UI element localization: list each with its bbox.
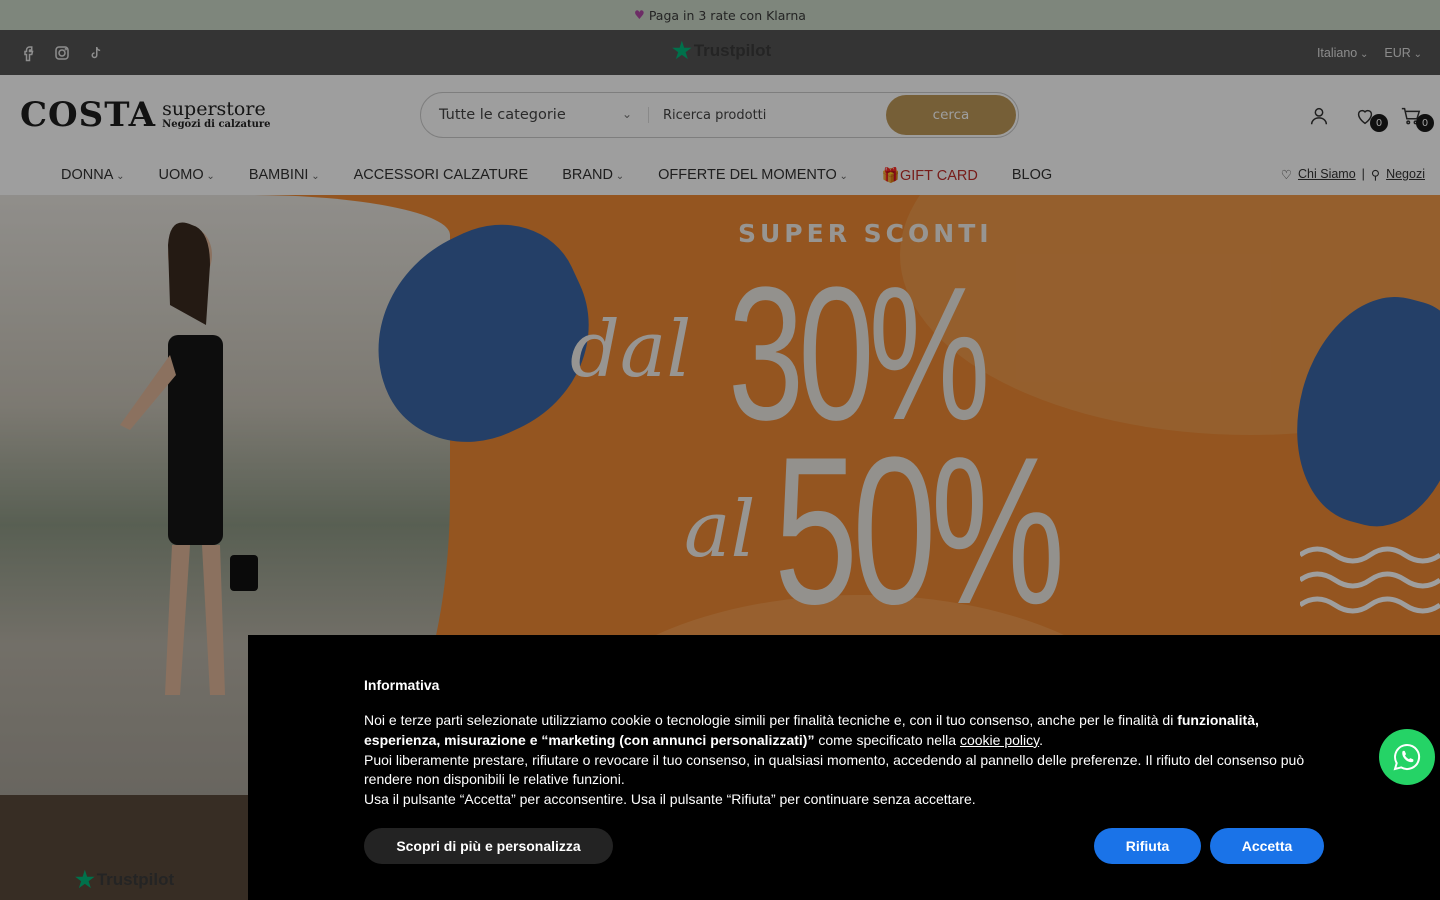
- negozi-link[interactable]: Negozi: [1386, 167, 1425, 182]
- whatsapp-button[interactable]: [1379, 729, 1435, 785]
- chi-siamo-link[interactable]: Chi Siamo: [1298, 167, 1356, 182]
- currency-selector[interactable]: EUR: [1384, 46, 1422, 60]
- trustpilot-text: Trustpilot: [96, 870, 175, 889]
- cookie-banner: Informativa Noi e terze parti selezionat…: [248, 635, 1440, 900]
- nav-separator: |: [1361, 167, 1365, 181]
- nav-item-bambini[interactable]: BAMBINI: [249, 167, 320, 183]
- star-icon: ★: [672, 38, 692, 63]
- cart-button[interactable]: 0: [1398, 103, 1434, 132]
- cookie-text-part: .: [1039, 731, 1043, 748]
- wishlist-count: 0: [1370, 114, 1388, 132]
- nav-item-gift-card[interactable]: 🎁GIFT CARD: [882, 167, 978, 184]
- cookie-policy-link[interactable]: cookie policy: [960, 732, 1039, 748]
- cart-count: 0: [1416, 114, 1434, 132]
- facebook-icon[interactable]: [18, 43, 38, 63]
- cookie-text: Noi e terze parti selezionate utilizziam…: [364, 711, 1324, 810]
- customize-button[interactable]: Scopri di più e personalizza: [364, 828, 613, 864]
- search-input[interactable]: [649, 107, 886, 123]
- nav-item-offerte[interactable]: OFFERTE DEL MOMENTO: [658, 167, 848, 183]
- heart-icon: ♥: [634, 8, 645, 22]
- logo-main-text: COSTA: [20, 95, 157, 135]
- trustpilot-text: Trustpilot: [693, 41, 772, 60]
- heart-icon: ♡: [1280, 168, 1292, 182]
- logo-subtitle: superstore: [162, 97, 266, 120]
- main-nav: DONNA UOMO BAMBINI ACCESSORI CALZATURE B…: [0, 155, 1440, 195]
- accept-button[interactable]: Accetta: [1210, 828, 1324, 864]
- account-icon[interactable]: [1306, 103, 1332, 129]
- instagram-icon[interactable]: [52, 43, 72, 63]
- wave-decoration: [1300, 546, 1440, 614]
- category-select[interactable]: Tutte le categorie: [421, 107, 649, 123]
- language-selector[interactable]: Italiano: [1317, 46, 1368, 60]
- nav-item-donna[interactable]: DONNA: [61, 167, 125, 183]
- search-bar: Tutte le categorie cerca: [420, 92, 1019, 138]
- model-figure: [120, 222, 258, 695]
- top-bar: ★ Trustpilot Italiano EUR: [0, 30, 1440, 75]
- trustpilot-widget[interactable]: ★ Trustpilot: [75, 867, 174, 893]
- nav-item-blog[interactable]: BLOG: [1012, 167, 1052, 183]
- wishlist-button[interactable]: 0: [1352, 103, 1388, 132]
- announcement-bar: ♥ Paga in 3 rate con Klarna: [0, 0, 1440, 30]
- cookie-text-part: Usa il pulsante “Accetta” per acconsenti…: [364, 791, 976, 808]
- hero-dal: dal: [570, 305, 692, 395]
- nav-item-accessori[interactable]: ACCESSORI CALZATURE: [354, 167, 529, 183]
- hero-super-sconti: SUPER SCONTI: [738, 219, 993, 248]
- location-pin-icon: ⚲: [1370, 168, 1381, 182]
- search-button[interactable]: cerca: [886, 95, 1016, 135]
- star-icon: ★: [75, 867, 95, 892]
- logo-tagline: Negozi di calzature: [162, 118, 271, 130]
- reject-button[interactable]: Rifiuta: [1094, 828, 1201, 864]
- cookie-text-part: Noi e terze parti selezionate utilizziam…: [364, 712, 1178, 728]
- hero-50-percent: 50%: [774, 413, 1065, 648]
- cookie-title: Informativa: [364, 677, 440, 693]
- secondary-banner: ★ Trustpilot: [0, 795, 248, 900]
- announcement-text: Paga in 3 rate con Klarna: [648, 7, 806, 23]
- cookie-text-part: Puoi liberamente prestare, rifiutare o r…: [364, 751, 1305, 788]
- gift-icon: 🎁: [881, 167, 900, 184]
- whatsapp-icon: [1393, 743, 1421, 771]
- gift-card-label: GIFT CARD: [899, 167, 978, 184]
- site-header: COSTA superstore Negozi di calzature Tut…: [0, 75, 1440, 155]
- tiktok-icon[interactable]: [86, 43, 106, 63]
- trustpilot-logo[interactable]: ★ Trustpilot: [672, 40, 771, 62]
- hero-al: al: [684, 485, 756, 575]
- site-logo[interactable]: COSTA superstore Negozi di calzature: [20, 95, 420, 135]
- nav-item-uomo[interactable]: UOMO: [159, 167, 215, 183]
- cookie-text-part: come specificato nella: [814, 731, 960, 748]
- nav-item-brand[interactable]: BRAND: [562, 167, 624, 183]
